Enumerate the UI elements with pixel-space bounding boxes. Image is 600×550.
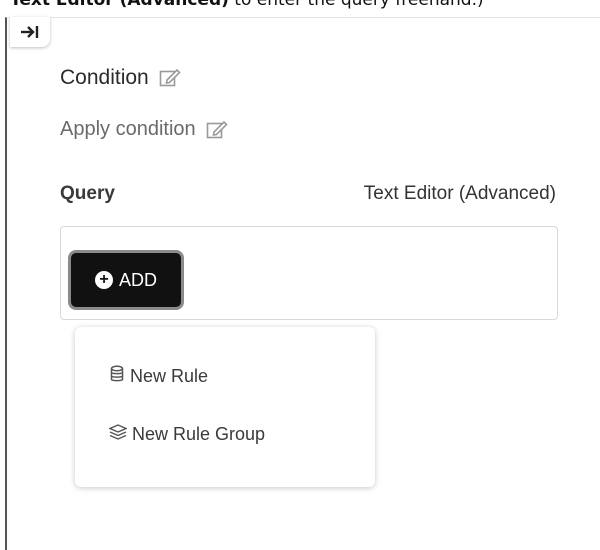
edit-title-icon[interactable] [159, 68, 181, 88]
query-label: Query [60, 183, 115, 204]
doc-caption-bold: Text Editor (Advanced) [10, 0, 229, 10]
add-dropdown-menu: New Rule New Rule Group [75, 327, 375, 487]
add-button[interactable]: + ADD [68, 250, 184, 310]
menu-item-new-rule-group[interactable]: New Rule Group [108, 424, 266, 445]
plus-circle-icon: + [94, 271, 113, 289]
condition-title-row: Condition [60, 66, 181, 90]
rule-group-icon [108, 424, 128, 445]
doc-caption: Text Editor (Advanced) to enter the quer… [10, 0, 484, 10]
collapse-panel-button[interactable] [10, 17, 50, 47]
condition-title: Condition [60, 66, 149, 89]
text-editor-advanced-link[interactable]: Text Editor (Advanced) [364, 183, 556, 205]
edit-description-icon[interactable] [206, 120, 228, 140]
menu-item-new-rule[interactable]: New Rule [109, 365, 208, 388]
condition-description-row: Apply condition [60, 118, 228, 141]
page: Text Editor (Advanced) to enter the quer… [0, 0, 600, 550]
rule-stack-icon [109, 365, 125, 388]
menu-item-new-rule-label: New Rule [130, 366, 209, 386]
condition-description: Apply condition [60, 118, 196, 140]
add-button-label: ADD [118, 269, 157, 290]
collapse-right-icon [20, 24, 40, 40]
menu-item-new-rule-group-label: New Rule Group [132, 424, 266, 444]
doc-caption-rest: to enter the query freehand.) [228, 0, 484, 10]
